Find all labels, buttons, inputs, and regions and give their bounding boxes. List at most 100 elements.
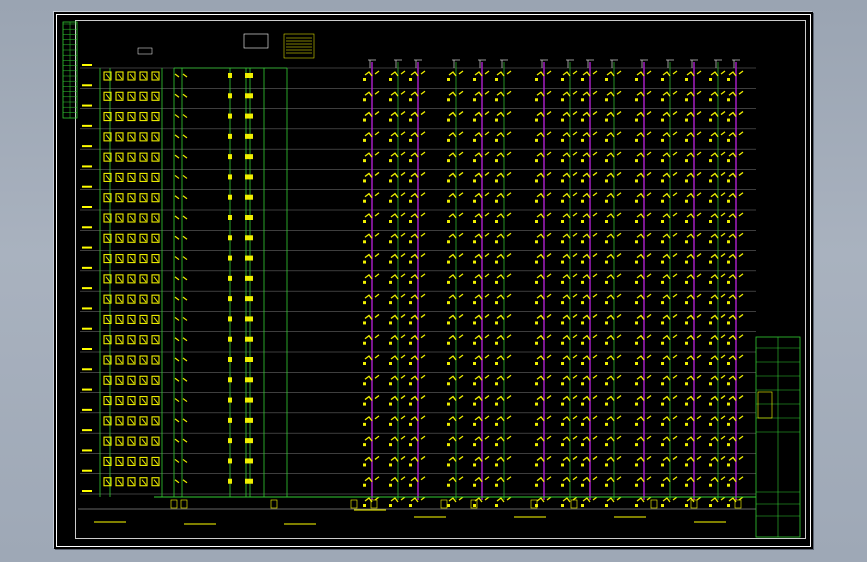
sprinkler-branch: [117, 235, 123, 242]
floor-label-mark: [82, 185, 92, 188]
sprinkler-dot: [709, 220, 712, 223]
sprinkler-branch: [153, 479, 159, 486]
sprinkler-dot: [363, 382, 366, 386]
sprinkler-dot: [447, 301, 450, 305]
title-block: [755, 336, 801, 538]
sprinkler-dot: [409, 138, 412, 142]
sprinkler-branch: [129, 256, 135, 262]
sprinkler-dot: [685, 382, 688, 386]
sprinkler-dot: [605, 220, 608, 223]
sprinkler-dot: [661, 463, 664, 467]
sprinkler-dot: [661, 504, 664, 507]
sprinkler-dot: [363, 463, 366, 467]
sprinkler-dot: [709, 463, 712, 467]
sprinkler-dot: [473, 301, 476, 305]
sprinkler-dot: [661, 443, 664, 447]
riser-fitting: [245, 357, 249, 362]
sprinkler-dot: [727, 138, 730, 142]
sprinkler-branch: [153, 438, 159, 445]
sprinkler-dot: [709, 199, 712, 203]
sprinkler-dot: [363, 402, 366, 406]
valve-mark: [182, 134, 188, 139]
riser-fitting: [249, 73, 253, 78]
sprinkler-dot: [535, 78, 538, 81]
sprinkler-dot: [363, 118, 366, 122]
sprinkler-branch: [141, 296, 147, 303]
sprinkler-dot: [605, 240, 608, 244]
sprinkler-dot: [661, 159, 664, 163]
sprinkler-dot: [473, 78, 476, 81]
sprinkler-dot: [535, 199, 538, 203]
riser-fitting: [228, 336, 232, 342]
sprinkler-dot: [685, 138, 688, 142]
riser-fitting: [228, 154, 232, 160]
sprinkler-dot: [727, 199, 730, 203]
sprinkler-dot: [685, 78, 688, 81]
valve-mark: [182, 154, 188, 159]
sprinkler-dot: [495, 422, 498, 426]
sprinkler-branch: [153, 357, 159, 364]
riser-fitting: [245, 336, 249, 342]
sprinkler-dot: [363, 321, 366, 325]
riser-fitting: [245, 397, 249, 403]
sprinkler-branch: [105, 93, 111, 100]
sprinkler-dot: [409, 402, 412, 406]
riser-fitting: [249, 417, 253, 423]
sprinkler-dot: [495, 220, 498, 223]
sprinkler-dot: [709, 98, 712, 102]
sprinkler-branch: [141, 73, 147, 80]
riser-fitting: [228, 417, 232, 423]
sprinkler-dot: [561, 260, 564, 264]
sprinkler-dot: [661, 138, 664, 142]
sprinkler-branch: [105, 418, 111, 425]
sprinkler-branch: [141, 337, 147, 344]
sprinkler-branch: [129, 134, 135, 141]
drawing-sheet[interactable]: [54, 12, 813, 549]
valve-mark: [182, 215, 188, 220]
sprinkler-dot: [685, 98, 688, 102]
valve-mark: [182, 398, 188, 403]
sprinkler-dot: [581, 260, 584, 264]
riser-fitting: [245, 154, 249, 160]
sprinkler-branch: [105, 195, 111, 202]
sprinkler-branch: [153, 154, 159, 161]
sprinkler-dot: [685, 402, 688, 406]
sprinkler-dot: [473, 159, 476, 163]
valve-mark: [182, 114, 188, 119]
sprinkler-dot: [581, 382, 584, 386]
base-valve: [350, 499, 358, 509]
valve-mark: [182, 418, 188, 423]
sprinkler-dot: [363, 220, 366, 223]
sprinkler-branch: [117, 93, 123, 100]
valve-mark: [182, 195, 188, 200]
sprinkler-branch: [153, 418, 159, 425]
sprinkler-branch: [129, 93, 135, 100]
sprinkler-dot: [473, 504, 476, 507]
riser-fitting: [228, 377, 232, 383]
riser-fitting: [245, 255, 249, 261]
sprinkler-dot: [535, 220, 538, 223]
valve-mark: [174, 418, 180, 423]
sprinkler-branch: [117, 398, 123, 404]
floor-label-mark: [82, 307, 92, 310]
sprinkler-dot: [581, 118, 584, 122]
riser-fitting: [245, 275, 249, 281]
sprinkler-dot: [561, 78, 564, 81]
sprinkler-dot: [389, 483, 392, 487]
riser-fitting: [228, 215, 232, 220]
riser-fitting: [228, 458, 232, 464]
sprinkler-dot: [685, 199, 688, 203]
sprinkler-dot: [363, 504, 366, 507]
sprinkler-dot: [473, 483, 476, 487]
sprinkler-dot: [363, 301, 366, 305]
sprinkler-dot: [473, 260, 476, 264]
sprinkler-branch: [105, 479, 111, 486]
valve-mark: [174, 73, 180, 78]
sprinkler-dot: [535, 463, 538, 467]
sprinkler-dot: [473, 280, 476, 284]
sprinkler-dot: [727, 362, 730, 365]
sprinkler-dot: [581, 199, 584, 203]
riser-fitting: [249, 154, 253, 160]
riser-fitting: [245, 438, 249, 444]
sprinkler-dot: [581, 280, 584, 284]
